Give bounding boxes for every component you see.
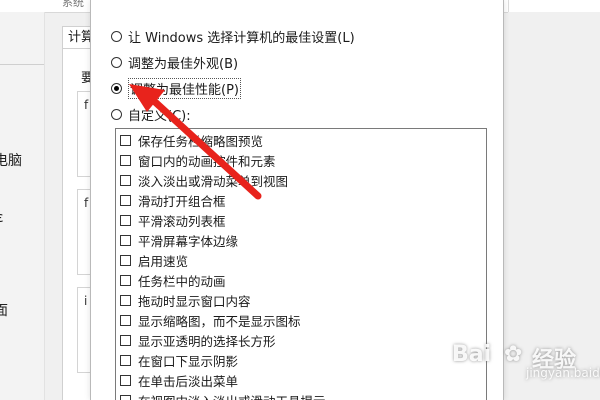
radio-best-performance[interactable]: 调整为最佳性能(P): [111, 77, 241, 99]
radio-label: 自定义(C):: [128, 108, 191, 124]
radio-custom[interactable]: 自定义(C):: [111, 105, 191, 124]
list-item-label: 滑动打开组合框: [138, 193, 226, 209]
list-item-label: 平滑滚动列表框: [138, 213, 226, 229]
checkbox[interactable]: [120, 274, 131, 286]
watermark-text-left: Bai: [452, 342, 492, 367]
list-item[interactable]: 平滑屏幕字体边缘: [120, 231, 238, 249]
list-item[interactable]: 在单击后淡出菜单: [120, 371, 238, 389]
list-item[interactable]: 显示亚透明的选择长方形: [120, 331, 276, 349]
list-item-label: 显示亚透明的选择长方形: [138, 333, 276, 349]
list-item[interactable]: 滑动打开组合框: [120, 191, 226, 209]
checkbox[interactable]: [120, 174, 131, 186]
radio-label: 让 Windows 选择计算机的最佳设置(L): [128, 30, 355, 46]
checkbox[interactable]: [120, 334, 131, 346]
checkbox[interactable]: [120, 374, 131, 386]
system-window-close-button[interactable]: [508, 0, 600, 12]
baidu-paw-icon: ✿: [504, 342, 523, 367]
checkbox[interactable]: [120, 294, 131, 306]
visual-effects-list[interactable]: 保存任务栏缩略图预览 窗口内的动画控件和元素 淡入淡出或滑动菜单到视图 滑动打开…: [115, 128, 487, 400]
list-item-label: 拖动时显示窗口内容: [138, 293, 251, 309]
list-item-label: 任务栏中的动画: [138, 273, 226, 289]
checkbox[interactable]: [120, 314, 131, 326]
list-item[interactable]: 在视图中淡入淡出或滑动工具提示: [120, 391, 326, 400]
list-item-label: 启用速览: [138, 253, 189, 269]
checkbox[interactable]: [120, 194, 131, 206]
checkbox[interactable]: [120, 354, 131, 366]
group-mark-1: f: [84, 98, 89, 112]
list-item-label: 淡入淡出或滑动菜单到视图: [138, 173, 289, 189]
list-item[interactable]: 保存任务栏缩略图预览: [120, 131, 263, 149]
list-item-label: 保存任务栏缩略图预览: [138, 133, 264, 149]
radio-button[interactable]: [111, 56, 122, 68]
sidebar-item-2[interactable]: ɛ: [0, 210, 4, 226]
radio-best-appearance[interactable]: 调整为最佳外观(B): [111, 53, 239, 72]
list-item-label: 窗口内的动画控件和元素: [138, 153, 276, 169]
group-mark-3: i: [84, 294, 88, 308]
list-item-label: 显示缩略图，而不是显示图标: [138, 313, 301, 329]
list-item[interactable]: 显示缩略图，而不是显示图标: [120, 311, 301, 329]
sidebar-item-3[interactable]: 面: [0, 300, 8, 320]
list-item-label: 在视图中淡入淡出或滑动工具提示: [138, 391, 326, 400]
checkbox[interactable]: [120, 154, 131, 166]
radio-button[interactable]: [111, 108, 122, 120]
list-item[interactable]: 拖动时显示窗口内容: [120, 291, 251, 309]
radio-label: 调整为最佳性能(P): [128, 77, 241, 99]
screenshot-stage: 系统 电脑 ɛ 面 计算 要 f f i 让 Windows 选择: [0, 0, 600, 400]
list-item[interactable]: 窗口内的动画控件和元素: [120, 151, 276, 169]
list-item[interactable]: 平滑滚动列表框: [120, 211, 226, 229]
checkbox[interactable]: [120, 254, 131, 266]
sidebar-divider: [0, 64, 44, 65]
list-item[interactable]: 任务栏中的动画: [120, 271, 226, 289]
radio-button-selected[interactable]: [111, 82, 122, 94]
radio-let-windows-choose[interactable]: 让 Windows 选择计算机的最佳设置(L): [111, 27, 355, 46]
baidu-watermark: Bai ✿ 经验 jingyan.baidu.com: [452, 340, 600, 384]
checkbox[interactable]: [120, 214, 131, 226]
checkbox[interactable]: [120, 134, 131, 146]
list-item[interactable]: 在窗口下显示阴影: [120, 351, 238, 369]
performance-options-dialog: 让 Windows 选择计算机的最佳设置(L) 调整为最佳外观(B) 调整为最佳…: [90, 0, 504, 400]
list-item[interactable]: 淡入淡出或滑动菜单到视图: [120, 171, 288, 189]
sidebar-item-computer[interactable]: 电脑: [0, 150, 22, 170]
control-panel-sidebar: 电脑 ɛ 面: [0, 12, 45, 400]
list-item-label: 在窗口下显示阴影: [138, 353, 239, 369]
list-item[interactable]: 启用速览: [120, 251, 188, 269]
radio-button[interactable]: [111, 30, 122, 42]
radio-label: 调整为最佳外观(B): [128, 56, 239, 72]
checkbox[interactable]: [120, 394, 131, 400]
system-window-title: 系统: [62, 0, 84, 9]
group-mark-2: f: [84, 196, 89, 210]
list-item-label: 平滑屏幕字体边缘: [138, 233, 239, 249]
checkbox[interactable]: [120, 234, 131, 246]
watermark-subtext: jingyan.baidu.com: [526, 366, 600, 380]
list-item-label: 在单击后淡出菜单: [138, 373, 239, 389]
